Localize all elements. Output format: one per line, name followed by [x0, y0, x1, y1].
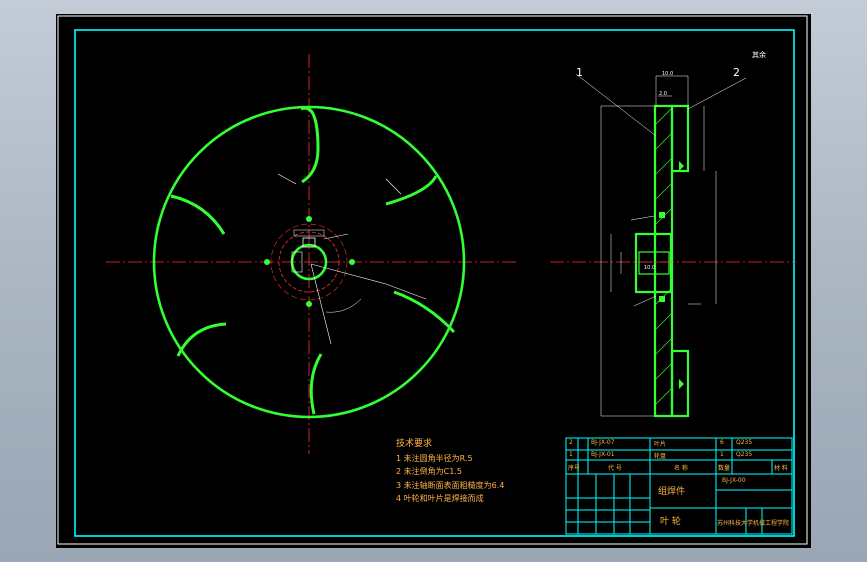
tb-row1-no: 2 — [569, 439, 573, 446]
tb-hdr-name: 名 称 — [674, 465, 688, 472]
drawing-viewport[interactable]: 技术要求 1 未注圆角半径为R.5 2 未注倒角为C1.5 3 未注轴断面表面粗… — [56, 14, 811, 548]
tb-assembly: 组焊件 — [658, 487, 686, 497]
tech-requirement-4: 4 叶轮和叶片是焊接而成 — [396, 494, 484, 503]
tb-row2-mat: Q235 — [736, 451, 753, 458]
tb-hdr-mat: 材 料 — [774, 465, 788, 472]
tech-requirements-title: 技术要求 — [396, 439, 433, 449]
tb-row1-code: BJ-JX-07 — [591, 439, 615, 446]
tech-requirement-2: 2 未注倒角为C1.5 — [396, 467, 462, 476]
tb-row1-name: 叶片 — [654, 441, 667, 448]
dim-hub-width: 2.0 — [659, 91, 667, 97]
tech-requirement-3: 3 未注轴断面表面粗糙度为6.4 — [396, 480, 505, 490]
front-view — [106, 54, 518, 454]
tb-drawing-no: BJ-JX-00 — [722, 477, 746, 484]
callout-part-1: 1 — [576, 66, 583, 79]
dim-top-width: 10.0 — [662, 71, 674, 77]
tb-school: 苏州科技大学机械工程学院 — [717, 520, 790, 527]
tb-row2-code: BJ-JX-01 — [591, 451, 615, 458]
tech-requirements: 技术要求 1 未注圆角半径为R.5 2 未注倒角为C1.5 3 未注轴断面表面粗… — [396, 438, 504, 506]
tb-row1-mat: Q235 — [736, 439, 753, 446]
blades — [170, 106, 456, 415]
tb-row1-qty: 6 — [720, 439, 724, 446]
tb-row2-no: 1 — [569, 451, 573, 458]
side-view — [550, 73, 796, 418]
tb-row2-qty: 1 — [720, 451, 724, 458]
tb-hdr-code: 代 号 — [608, 465, 622, 472]
tb-row2-name: 轮盘 — [654, 453, 667, 460]
roughness-note: 其余 — [752, 51, 766, 59]
dim-hub-len: 10.0 — [644, 265, 656, 271]
tb-hdr-qty: 数量 — [718, 465, 731, 472]
tb-hdr-seq: 序号 — [568, 465, 581, 472]
callout-part-2: 2 — [733, 66, 740, 79]
tb-part-name: 叶 轮 — [660, 517, 681, 527]
tech-requirement-1: 1 未注圆角半径为R.5 — [396, 453, 473, 463]
